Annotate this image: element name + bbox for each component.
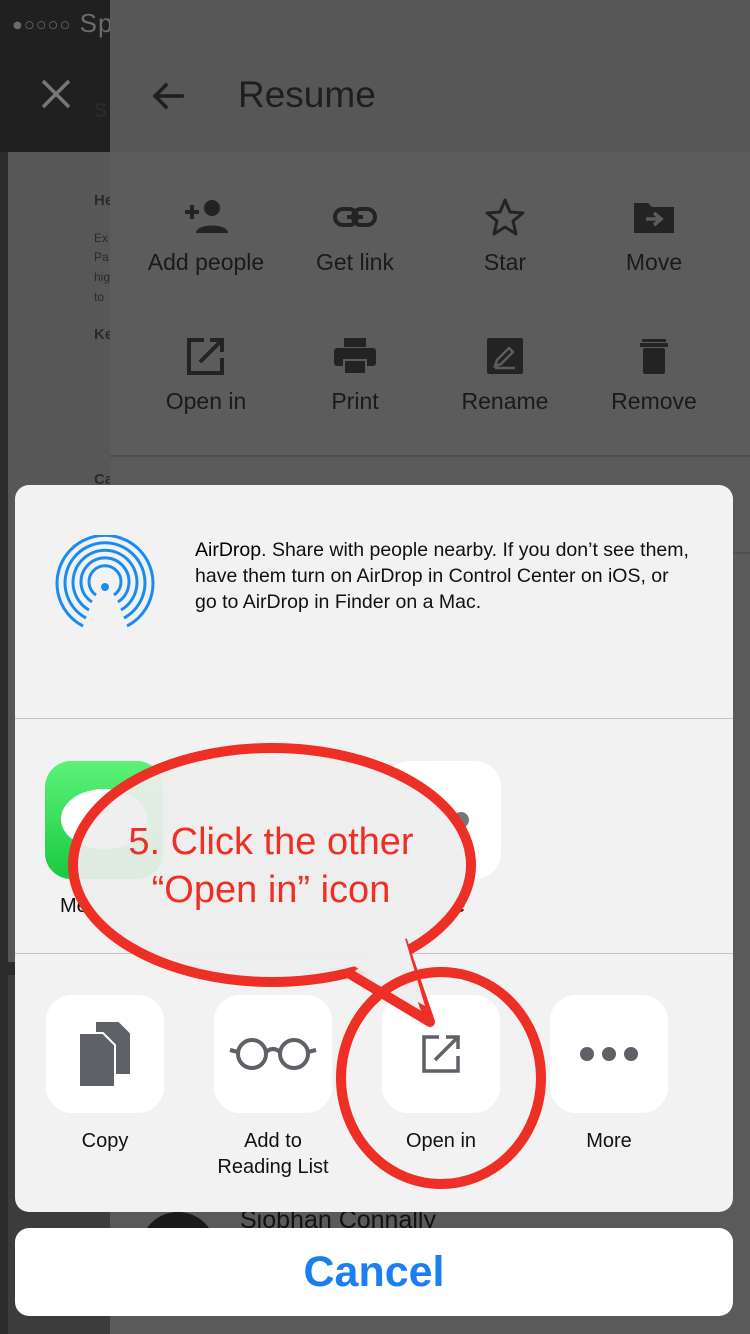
star-icon — [485, 198, 525, 236]
remove-button[interactable]: Remove — [579, 336, 729, 415]
reading-list-label-line2: Reading List — [217, 1156, 329, 1178]
rename-icon — [487, 338, 523, 374]
page-title: Resume — [238, 74, 376, 115]
add-people-label: Add people — [147, 249, 265, 275]
document-line-fragment: Ex — [94, 231, 109, 245]
annotation-text: 5. Click the other “Open in” icon — [96, 818, 446, 914]
cancel-button[interactable]: Cancel — [15, 1228, 733, 1316]
airdrop-description: AirDrop. Share with people nearby. If yo… — [195, 537, 695, 615]
star-label: Star — [483, 249, 527, 275]
get-link-label: Get link — [316, 249, 394, 275]
document-line-fragment: hig — [94, 270, 111, 284]
document-title-fragment: S — [94, 100, 108, 122]
print-label: Print — [331, 388, 379, 414]
reading-list-label-line1: Add to — [244, 1130, 302, 1152]
airdrop-icon — [55, 535, 155, 628]
airdrop-section: AirDrop. Share with people nearby. If yo… — [15, 485, 733, 719]
airdrop-body: . Share with people nearby. If you don’t… — [195, 539, 689, 613]
open-in-tile[interactable] — [382, 995, 500, 1113]
get-link-button[interactable]: Get link — [280, 197, 430, 276]
open-in-icon — [422, 1035, 460, 1073]
open-in-icon — [187, 338, 224, 375]
rename-label: Rename — [461, 388, 549, 414]
document-line-fragment: to — [94, 290, 105, 304]
print-icon — [334, 338, 376, 375]
close-icon[interactable] — [40, 78, 72, 110]
open-in-label: Open in — [165, 388, 247, 414]
copy-label: Copy — [81, 1130, 129, 1152]
file-actions-grid: Add people Get link Star Move Open in Pr… — [110, 152, 750, 457]
glasses-icon — [229, 1038, 317, 1070]
more-label: More — [586, 1130, 632, 1152]
annotation-line-1: 5. Click the other — [128, 821, 414, 863]
panel-header: Resume — [110, 0, 750, 152]
annotation-line-2: “Open in” icon — [151, 869, 391, 911]
signal-strength: ●○○○○ — [12, 14, 72, 35]
document-line-fragment: Pa — [94, 250, 109, 264]
status-bar: ●○○○○ Sp — [12, 8, 113, 39]
star-button[interactable]: Star — [430, 197, 580, 276]
move-label: Move — [625, 249, 683, 275]
move-button[interactable]: Move — [579, 197, 729, 276]
messages-label: Me — [60, 895, 88, 917]
print-button[interactable]: Print — [280, 336, 430, 415]
share-actions-row: Copy Add to Reading List Open in More — [15, 955, 733, 1212]
trash-icon — [640, 339, 668, 374]
open-in-share-button[interactable]: Open in — [361, 995, 521, 1154]
app-label: e — [454, 895, 466, 917]
remove-label: Remove — [611, 388, 697, 414]
rename-button[interactable]: Rename — [430, 336, 580, 415]
copy-tile[interactable] — [46, 995, 164, 1113]
more-button[interactable]: More — [529, 995, 689, 1154]
app-dot-icon — [453, 812, 469, 828]
reading-list-tile[interactable] — [214, 995, 332, 1113]
open-in-share-label: Open in — [405, 1130, 477, 1152]
more-tile[interactable] — [550, 995, 668, 1113]
airdrop-title: AirDrop — [195, 539, 262, 561]
add-to-reading-list-button[interactable]: Add to Reading List — [193, 995, 353, 1180]
copy-button[interactable]: Copy — [25, 995, 185, 1154]
add-person-icon — [185, 200, 228, 233]
reading-list-label: Add to Reading List — [193, 1128, 353, 1180]
more-icon — [580, 1047, 638, 1061]
add-people-button[interactable]: Add people — [131, 197, 281, 276]
move-folder-icon — [634, 203, 674, 233]
link-icon — [333, 207, 377, 227]
open-in-button[interactable]: Open in — [131, 336, 281, 415]
carrier-name: Sp — [79, 8, 114, 38]
copy-icon — [78, 1020, 132, 1088]
back-arrow-icon[interactable] — [148, 76, 188, 116]
